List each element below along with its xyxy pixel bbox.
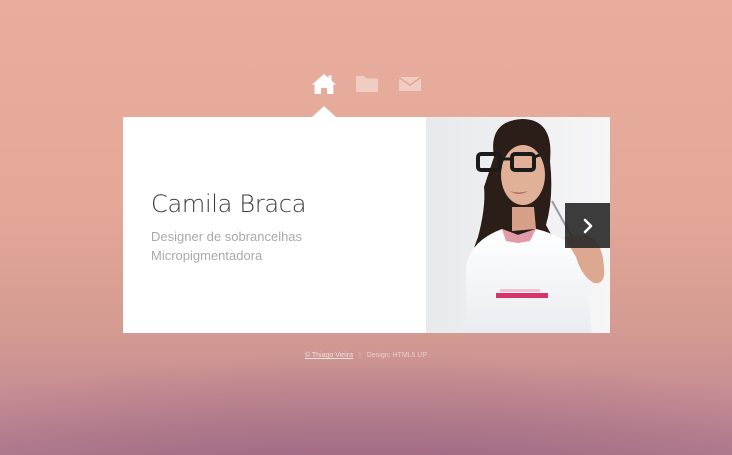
main-nav: [0, 70, 732, 100]
envelope-icon: [398, 76, 422, 91]
active-nav-pointer: [312, 106, 336, 117]
profile-role-2: Micropigmentadora: [151, 248, 263, 263]
profile-text: Camila Braca Designer de sobrancelhas Mi…: [151, 189, 411, 265]
footer: © Thiago Vieira | Design: HTML5 UP: [0, 352, 732, 359]
profile-roles: Designer de sobrancelhas Micropigmentado…: [151, 227, 411, 265]
footer-credit-link[interactable]: © Thiago Vieira: [305, 352, 353, 359]
profile-card: Camila Braca Designer de sobrancelhas Mi…: [123, 117, 610, 333]
profile-name: Camila Braca: [151, 190, 307, 218]
folder-icon: [356, 76, 378, 92]
nav-home[interactable]: [309, 70, 339, 98]
nav-contact[interactable]: [395, 70, 425, 98]
footer-design-credit: Design: HTML5 UP: [366, 352, 428, 359]
footer-separator: |: [358, 352, 361, 359]
next-slide-button[interactable]: [565, 203, 610, 248]
profile-role-1: Designer de sobrancelhas: [151, 229, 303, 244]
nav-work[interactable]: [352, 70, 382, 98]
home-icon: [312, 74, 336, 94]
chevron-right-icon: [583, 218, 592, 233]
